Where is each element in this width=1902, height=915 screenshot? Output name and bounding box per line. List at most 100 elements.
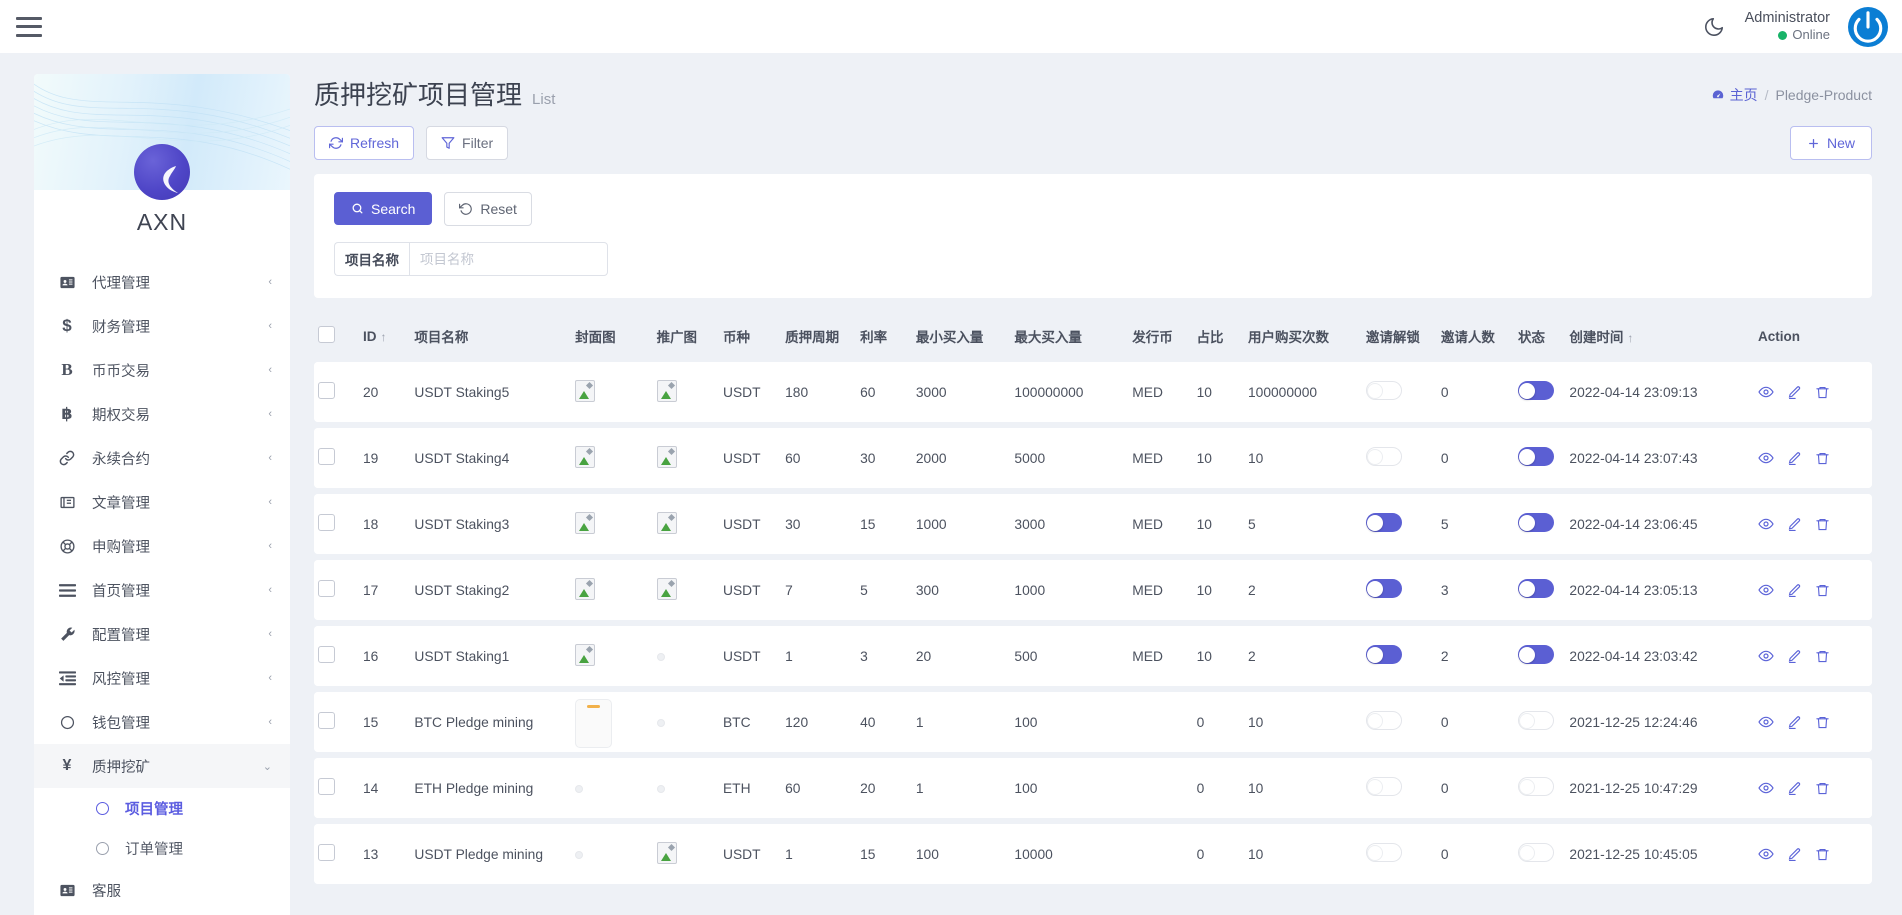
status-toggle[interactable] xyxy=(1518,447,1554,466)
promo-image-thumb[interactable] xyxy=(657,446,677,468)
eye-icon[interactable] xyxy=(1758,582,1774,598)
invite-unlock-toggle[interactable] xyxy=(1366,381,1402,400)
sidebar-item-config[interactable]: 配置管理 ‹ xyxy=(34,612,290,656)
eye-icon[interactable] xyxy=(1758,714,1774,730)
eye-icon[interactable] xyxy=(1758,516,1774,532)
cover-image-thumb[interactable] xyxy=(575,380,595,402)
table-row[interactable]: 20USDT Staking5USDT180603000100000000MED… xyxy=(314,362,1872,422)
invite-unlock-toggle[interactable] xyxy=(1366,777,1402,796)
invite-unlock-toggle[interactable] xyxy=(1366,843,1402,862)
status-toggle[interactable] xyxy=(1518,513,1554,532)
status-toggle[interactable] xyxy=(1518,381,1554,400)
invite-unlock-toggle[interactable] xyxy=(1366,579,1402,598)
eye-icon[interactable] xyxy=(1758,780,1774,796)
status-toggle[interactable] xyxy=(1518,843,1554,862)
sidebar-item-homepage[interactable]: 首页管理 ‹ xyxy=(34,568,290,612)
cover-image-thumb[interactable] xyxy=(575,644,595,666)
pencil-icon[interactable] xyxy=(1787,781,1802,796)
row-checkbox[interactable] xyxy=(318,712,335,729)
cover-image-thumb[interactable] xyxy=(575,446,595,468)
sidebar-item-finance[interactable]: $ 财务管理 ‹ xyxy=(34,304,290,348)
pencil-icon[interactable] xyxy=(1787,385,1802,400)
table-row[interactable]: 14ETH Pledge miningETH6020110001002021-1… xyxy=(314,758,1872,818)
eye-icon[interactable] xyxy=(1758,450,1774,466)
trash-icon[interactable] xyxy=(1815,517,1830,532)
table-row[interactable]: 18USDT Staking3USDT301510003000MED105520… xyxy=(314,494,1872,554)
col-project-name[interactable]: 项目名称 xyxy=(410,318,571,356)
eye-icon[interactable] xyxy=(1758,384,1774,400)
trash-icon[interactable] xyxy=(1815,583,1830,598)
sidebar-item-risk[interactable]: 风控管理 ‹ xyxy=(34,656,290,700)
hamburger-icon[interactable] xyxy=(16,17,42,37)
project-name-input[interactable] xyxy=(409,242,608,276)
status-toggle[interactable] xyxy=(1518,777,1554,796)
sidebar-item-subscription[interactable]: 申购管理 ‹ xyxy=(34,524,290,568)
table-row[interactable]: 15BTC Pledge miningBTC12040110001002021-… xyxy=(314,692,1872,752)
pencil-icon[interactable] xyxy=(1787,649,1802,664)
sidebar-item-project-management[interactable]: 项目管理 xyxy=(34,788,290,828)
cell-action xyxy=(1754,692,1872,752)
sidebar-item-order-management[interactable]: 订单管理 xyxy=(34,828,290,868)
row-checkbox[interactable] xyxy=(318,844,335,861)
new-button[interactable]: New xyxy=(1790,126,1872,160)
status-toggle[interactable] xyxy=(1518,645,1554,664)
row-checkbox[interactable] xyxy=(318,448,335,465)
row-checkbox[interactable] xyxy=(318,382,335,399)
sidebar-item-coin-trade[interactable]: B 币币交易 ‹ xyxy=(34,348,290,392)
invite-unlock-toggle[interactable] xyxy=(1366,645,1402,664)
sidebar-item-label: 代理管理 xyxy=(92,272,268,293)
promo-image-thumb[interactable] xyxy=(657,842,677,864)
eye-icon[interactable] xyxy=(1758,648,1774,664)
trash-icon[interactable] xyxy=(1815,781,1830,796)
sidebar-item-wallet[interactable]: 钱包管理 ‹ xyxy=(34,700,290,744)
status-toggle[interactable] xyxy=(1518,579,1554,598)
pencil-icon[interactable] xyxy=(1787,451,1802,466)
trash-icon[interactable] xyxy=(1815,385,1830,400)
sidebar-item-label: 钱包管理 xyxy=(92,712,268,733)
avatar[interactable] xyxy=(1848,7,1888,47)
user-info[interactable]: Administrator Online xyxy=(1745,9,1830,43)
promo-image-thumb[interactable] xyxy=(657,380,677,402)
table-row[interactable]: 13USDT Pledge miningUSDT1151001000001002… xyxy=(314,824,1872,884)
status-toggle[interactable] xyxy=(1518,711,1554,730)
pencil-icon[interactable] xyxy=(1787,583,1802,598)
invite-unlock-toggle[interactable] xyxy=(1366,513,1402,532)
cover-image-thumb[interactable] xyxy=(575,512,595,534)
row-checkbox[interactable] xyxy=(318,646,335,663)
trash-icon[interactable] xyxy=(1815,451,1830,466)
col-created-at[interactable]: 创建时间↑ xyxy=(1565,318,1754,356)
sidebar-item-agent[interactable]: 代理管理 ‹ xyxy=(34,260,290,304)
pencil-icon[interactable] xyxy=(1787,715,1802,730)
pencil-icon[interactable] xyxy=(1787,847,1802,862)
table-row[interactable]: 19USDT Staking4USDT603020005000MED101002… xyxy=(314,428,1872,488)
promo-image-thumb[interactable] xyxy=(657,512,677,534)
sidebar-item-article[interactable]: 文章管理 ‹ xyxy=(34,480,290,524)
invite-unlock-toggle[interactable] xyxy=(1366,447,1402,466)
refresh-button[interactable]: Refresh xyxy=(314,126,414,160)
invite-unlock-toggle[interactable] xyxy=(1366,711,1402,730)
sidebar-item-perpetual[interactable]: 永续合约 ‹ xyxy=(34,436,290,480)
trash-icon[interactable] xyxy=(1815,649,1830,664)
sidebar-item-pledge-mining[interactable]: ¥ 质押挖矿 ⌄ xyxy=(34,744,290,788)
filter-button[interactable]: Filter xyxy=(426,126,508,160)
sidebar-item-customer-service[interactable]: 客服 xyxy=(34,868,290,912)
cover-image-thumb[interactable] xyxy=(575,578,595,600)
reset-button[interactable]: Reset xyxy=(444,192,532,226)
cover-image-thumb[interactable] xyxy=(575,699,612,748)
promo-image-thumb[interactable] xyxy=(657,578,677,600)
moon-icon[interactable] xyxy=(1701,14,1727,40)
select-all-checkbox[interactable] xyxy=(318,326,335,343)
sidebar-item-options-trade[interactable]: ฿ 期权交易 ‹ xyxy=(34,392,290,436)
table-row[interactable]: 17USDT Staking2USDT753001000MED10232022-… xyxy=(314,560,1872,620)
col-id[interactable]: ID↑ xyxy=(359,318,410,356)
pencil-icon[interactable] xyxy=(1787,517,1802,532)
eye-icon[interactable] xyxy=(1758,846,1774,862)
search-button[interactable]: Search xyxy=(334,192,432,225)
breadcrumb-home-link[interactable]: 主页 xyxy=(1711,85,1758,105)
trash-icon[interactable] xyxy=(1815,847,1830,862)
row-checkbox[interactable] xyxy=(318,778,335,795)
row-checkbox[interactable] xyxy=(318,580,335,597)
table-row[interactable]: 16USDT Staking1USDT1320500MED10222022-04… xyxy=(314,626,1872,686)
row-checkbox[interactable] xyxy=(318,514,335,531)
trash-icon[interactable] xyxy=(1815,715,1830,730)
